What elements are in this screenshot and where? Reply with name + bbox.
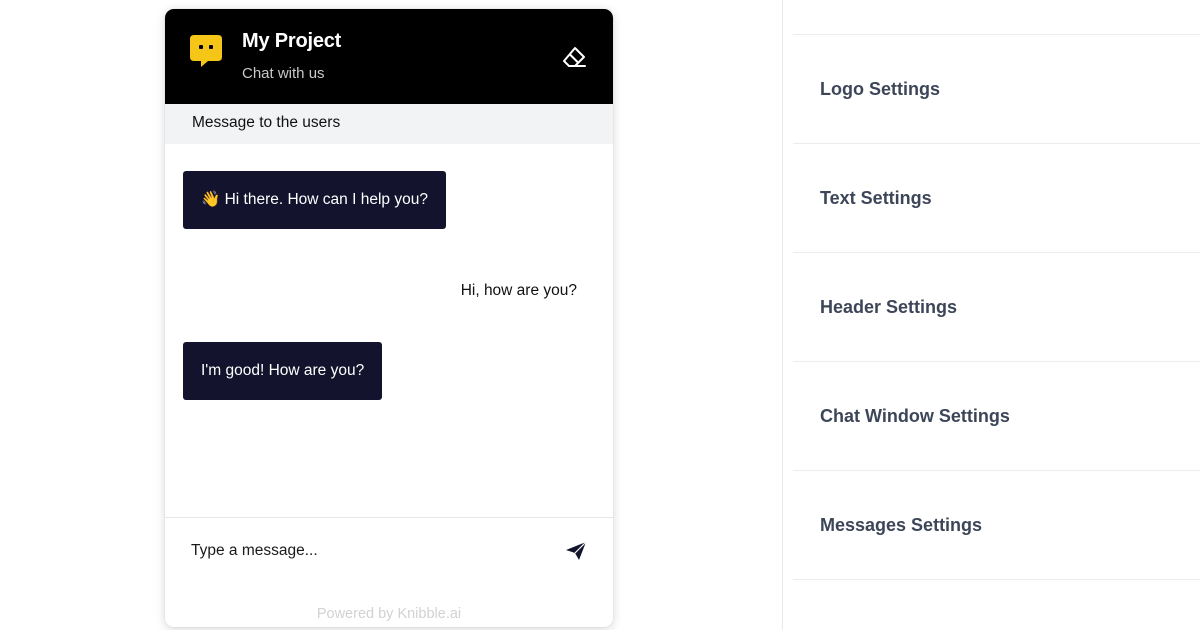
- chat-window-settings-section[interactable]: Chat Window Settings: [793, 362, 1200, 470]
- header-settings-section[interactable]: Header Settings: [793, 253, 1200, 361]
- chat-widget: My Project Chat with us Message to the u…: [165, 9, 613, 627]
- paper-plane-icon[interactable]: [565, 541, 587, 561]
- section-label: Messages Settings: [820, 515, 983, 535]
- section-label: Chat Window Settings: [820, 406, 1010, 426]
- section-label: Logo Settings: [820, 79, 940, 99]
- logo-settings-section[interactable]: Logo Settings: [793, 35, 1200, 143]
- bot-message: 👋 Hi there. How can I help you?: [183, 171, 446, 229]
- chat-title: My Project: [242, 30, 342, 52]
- eraser-icon[interactable]: [561, 45, 587, 69]
- notice-banner: Message to the users: [165, 104, 613, 144]
- chat-header: My Project Chat with us: [165, 9, 613, 104]
- bot-message: I'm good! How are you?: [183, 342, 383, 400]
- message-list: 👋 Hi there. How can I help you? Hi, how …: [165, 144, 613, 517]
- message-composer: Powered by Knibble.ai: [165, 517, 613, 627]
- text-settings-section[interactable]: Text Settings: [793, 144, 1200, 252]
- section-label: Text Settings: [820, 188, 932, 208]
- powered-by-text: Powered by Knibble.ai: [316, 606, 462, 622]
- message-input[interactable]: [191, 536, 531, 566]
- messages-settings-section[interactable]: Messages Settings: [793, 471, 1200, 579]
- chat-subtitle: Chat with us: [242, 65, 325, 82]
- section-label: Header Settings: [820, 297, 958, 317]
- divider: [793, 579, 1200, 580]
- settings-panel: Logo Settings Text Settings Header Setti…: [782, 0, 1200, 630]
- chat-bubble-face-icon: [190, 35, 222, 67]
- user-message: Hi, how are you?: [460, 282, 577, 299]
